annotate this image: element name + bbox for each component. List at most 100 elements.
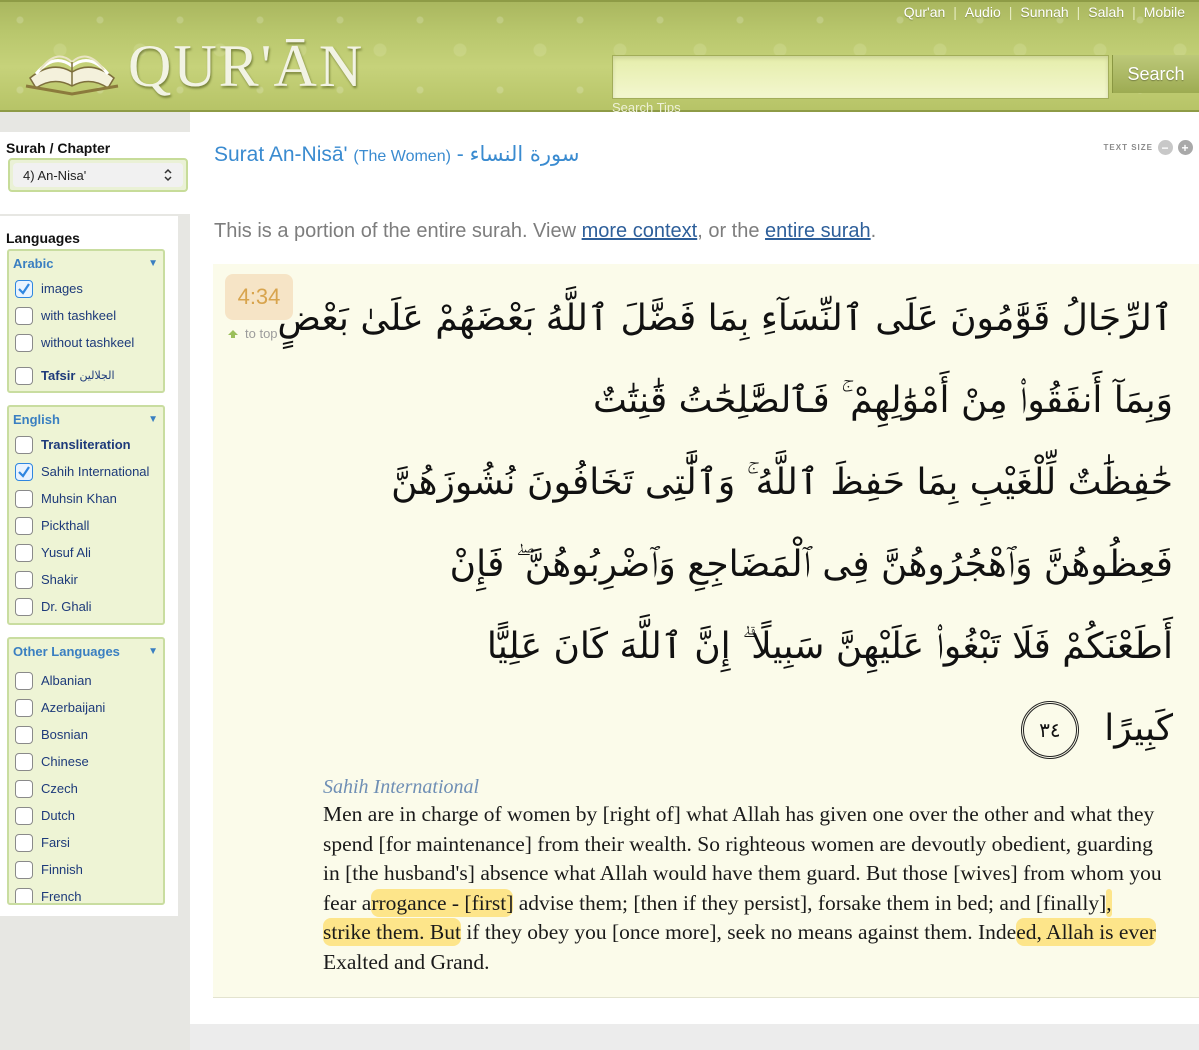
to-top-link[interactable]: to top bbox=[227, 326, 278, 341]
option-label: Transliteration bbox=[41, 437, 131, 452]
option-yusuf-ali[interactable]: Yusuf Ali bbox=[9, 539, 163, 566]
languages-label: Languages bbox=[6, 230, 80, 246]
option-french[interactable]: French bbox=[9, 883, 163, 904]
option-label: French bbox=[41, 889, 82, 904]
checkbox-icon[interactable] bbox=[15, 752, 33, 771]
option-dr-ghali[interactable]: Dr. Ghali bbox=[9, 593, 163, 620]
nav-quran[interactable]: Qur'an bbox=[904, 4, 946, 20]
option-transliteration[interactable]: Transliteration bbox=[9, 431, 163, 458]
search-input[interactable] bbox=[613, 56, 1108, 98]
to-top-label: to top bbox=[245, 326, 278, 341]
checkbox-icon[interactable] bbox=[15, 489, 33, 508]
option-muhsin-khan[interactable]: Muhsin Khan bbox=[9, 485, 163, 512]
nav-sunnah[interactable]: Sunnah bbox=[1020, 4, 1068, 20]
site-header: Qur'an | Audio | Sunnah | Salah | Mobile… bbox=[0, 0, 1199, 112]
option-label: Pickthall bbox=[41, 518, 90, 533]
checkbox-icon[interactable] bbox=[15, 366, 33, 385]
checkbox-icon[interactable] bbox=[15, 516, 33, 535]
nav-salah[interactable]: Salah bbox=[1088, 4, 1124, 20]
nav-audio[interactable]: Audio bbox=[965, 4, 1001, 20]
option-azerbaijani[interactable]: Azerbaijani bbox=[9, 694, 163, 721]
group-english-header[interactable]: English ▼ bbox=[9, 407, 163, 431]
context-middle: , or the bbox=[697, 220, 766, 242]
surah-select[interactable]: 4) An-Nisa' bbox=[8, 158, 188, 192]
highlighted-segment: rrogance - [first] bbox=[371, 888, 514, 917]
group-title: Other Languages bbox=[13, 643, 120, 659]
group-arabic: Arabic ▼ images with tashkeel without ta… bbox=[7, 249, 165, 393]
nav-mobile[interactable]: Mobile bbox=[1144, 4, 1185, 20]
arabic-line: حَٰفِظَٰتٌ لِّلْغَيْبِ بِمَا حَفِظَ ٱللَ… bbox=[391, 462, 1173, 503]
logo-text: QUR'ĀN bbox=[128, 32, 365, 99]
checkbox-icon[interactable] bbox=[15, 725, 33, 744]
option-label: Tafsir bbox=[41, 368, 76, 383]
verse-card: 4:34 to top ٱلرِّجَالُ قَوَّٰمُونَ عَلَى… bbox=[213, 264, 1199, 998]
option-dutch[interactable]: Dutch bbox=[9, 802, 163, 829]
checkbox-icon[interactable] bbox=[15, 860, 33, 879]
option-shakir[interactable]: Shakir bbox=[9, 566, 163, 593]
option-czech[interactable]: Czech bbox=[9, 775, 163, 802]
checkbox-icon[interactable] bbox=[15, 435, 33, 454]
option-sahih-international[interactable]: Sahih International bbox=[9, 458, 163, 485]
checkbox-checked-icon[interactable] bbox=[15, 462, 33, 481]
surah-selected-value: 4) An-Nisa' bbox=[23, 167, 87, 183]
page-title: Surat An-Nisā' (The Women) - سورة النساء bbox=[214, 142, 579, 167]
highlighted-segment: ed, Allah is ever bbox=[1016, 918, 1156, 946]
option-albanian[interactable]: Albanian bbox=[9, 667, 163, 694]
option-label: Czech bbox=[41, 781, 78, 796]
arabic-line: فَعِظُوهُنَّ وَٱهْجُرُوهُنَّ فِى ٱلْمَضَ… bbox=[449, 544, 1173, 585]
up-arrow-icon bbox=[228, 329, 238, 338]
sidebar: Surah / Chapter 4) An-Nisa' Languages Ar… bbox=[0, 112, 190, 1050]
surah-arabic-name: سورة النساء bbox=[469, 142, 580, 166]
checkbox-icon[interactable] bbox=[15, 597, 33, 616]
open-book-icon bbox=[25, 55, 119, 96]
option-label: Albanian bbox=[41, 673, 92, 688]
option-with-tashkeel[interactable]: with tashkeel bbox=[9, 302, 163, 329]
checkbox-icon[interactable] bbox=[15, 698, 33, 717]
checkbox-checked-icon[interactable] bbox=[15, 279, 33, 298]
checkbox-icon[interactable] bbox=[15, 306, 33, 325]
arabic-line: وَبِمَآ أَنفَقُوا۟ مِنْ أَمْوَٰلِهِمْ ۚ … bbox=[592, 380, 1173, 421]
translation-text: Men are in charge of women by [right of]… bbox=[323, 800, 1163, 977]
option-pickthall[interactable]: Pickthall bbox=[9, 512, 163, 539]
option-tafsir[interactable]: Tafsir الجلالين bbox=[9, 362, 163, 389]
text-size-decrease-button[interactable]: − bbox=[1158, 140, 1173, 155]
checkbox-icon[interactable] bbox=[15, 570, 33, 589]
translation-segment: advise them; [then if they persist], for… bbox=[513, 890, 1107, 915]
option-label: with tashkeel bbox=[41, 308, 117, 323]
translator-name: Sahih International bbox=[323, 776, 480, 798]
arabic-line: كَبِيرًا bbox=[1104, 708, 1173, 749]
search-tips-link[interactable]: Search Tips bbox=[612, 100, 681, 112]
more-context-link[interactable]: more context bbox=[582, 220, 698, 242]
group-title: Arabic bbox=[13, 255, 54, 271]
option-bosnian[interactable]: Bosnian bbox=[9, 721, 163, 748]
checkbox-icon[interactable] bbox=[15, 806, 33, 825]
top-nav: Qur'an | Audio | Sunnah | Salah | Mobile bbox=[904, 4, 1185, 20]
option-finnish[interactable]: Finnish bbox=[9, 856, 163, 883]
checkbox-icon[interactable] bbox=[15, 671, 33, 690]
text-size-control: TEXT SIZE − + bbox=[1104, 140, 1193, 155]
option-images[interactable]: images bbox=[9, 275, 163, 302]
checkbox-icon[interactable] bbox=[15, 333, 33, 352]
text-size-increase-button[interactable]: + bbox=[1178, 140, 1193, 155]
option-chinese[interactable]: Chinese bbox=[9, 748, 163, 775]
option-label: Bosnian bbox=[41, 727, 88, 742]
group-other-header[interactable]: Other Languages ▼ bbox=[9, 639, 163, 663]
option-farsi[interactable]: Farsi bbox=[9, 829, 163, 856]
option-label: Farsi bbox=[41, 835, 70, 850]
option-without-tashkeel[interactable]: without tashkeel bbox=[9, 329, 163, 356]
entire-surah-link[interactable]: entire surah bbox=[765, 220, 871, 242]
translation-segment: if they obey you [once more], seek no me… bbox=[460, 920, 1017, 944]
checkbox-icon[interactable] bbox=[15, 887, 33, 903]
site-logo[interactable]: QUR'ĀN bbox=[22, 30, 364, 102]
header-top-stripe bbox=[0, 0, 1199, 2]
nav-separator: | bbox=[1076, 4, 1081, 20]
checkbox-icon[interactable] bbox=[15, 779, 33, 798]
title-dash: - bbox=[456, 143, 464, 166]
checkbox-icon[interactable] bbox=[15, 833, 33, 852]
group-title: English bbox=[13, 411, 60, 427]
checkbox-icon[interactable] bbox=[15, 543, 33, 562]
ayah-end-mark-icon: ٣٤ bbox=[1020, 701, 1079, 759]
translation-segment: Exalted and Grand. bbox=[323, 949, 490, 974]
search-button[interactable]: Search bbox=[1112, 55, 1199, 93]
group-arabic-header[interactable]: Arabic ▼ bbox=[9, 251, 163, 275]
